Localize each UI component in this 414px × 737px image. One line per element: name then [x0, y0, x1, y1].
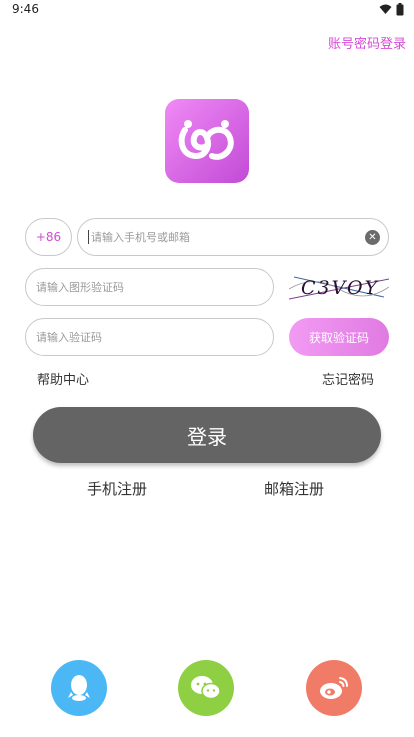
help-center-link[interactable]: 帮助中心	[37, 369, 89, 388]
email-register-link[interactable]: 邮箱注册	[264, 478, 324, 499]
account-password-login-link[interactable]: 账号密码登录	[328, 33, 406, 52]
captcha-input[interactable]: 请输入图形验证码	[25, 268, 274, 306]
status-bar: 9:46	[0, 0, 414, 20]
clear-icon[interactable]: ✕	[365, 230, 380, 245]
phone-email-placeholder: 请输入手机号或邮箱	[91, 231, 190, 244]
phone-register-link[interactable]: 手机注册	[87, 478, 147, 499]
captcha-image[interactable]: C3VOY	[289, 269, 389, 304]
app-logo	[165, 99, 249, 183]
text-caret	[88, 230, 89, 244]
wifi-icon	[379, 4, 392, 14]
verification-code-placeholder: 请输入验证码	[36, 331, 102, 344]
captcha-placeholder: 请输入图形验证码	[36, 281, 124, 294]
status-icons	[379, 3, 404, 16]
wechat-icon	[191, 676, 221, 700]
weibo-login-button[interactable]	[306, 660, 362, 716]
forgot-password-link[interactable]: 忘记密码	[322, 369, 374, 388]
battery-icon	[396, 3, 404, 16]
get-code-button[interactable]: 获取验证码	[289, 318, 389, 356]
wechat-login-button[interactable]	[178, 660, 234, 716]
qq-login-button[interactable]	[51, 660, 107, 716]
login-button[interactable]: 登录	[33, 407, 381, 463]
weibo-icon	[320, 677, 348, 699]
captcha-text: C3VOY	[301, 277, 380, 299]
verification-code-input[interactable]: 请输入验证码	[25, 318, 274, 356]
captcha-graphic: C3VOY	[289, 276, 389, 300]
country-code-selector[interactable]: +86	[25, 218, 72, 256]
country-code-label: +86	[35, 230, 62, 244]
logo-icon	[178, 120, 234, 160]
qq-icon	[68, 675, 90, 701]
status-time: 9:46	[12, 2, 39, 16]
phone-email-input[interactable]: 请输入手机号或邮箱 ✕	[77, 218, 389, 256]
